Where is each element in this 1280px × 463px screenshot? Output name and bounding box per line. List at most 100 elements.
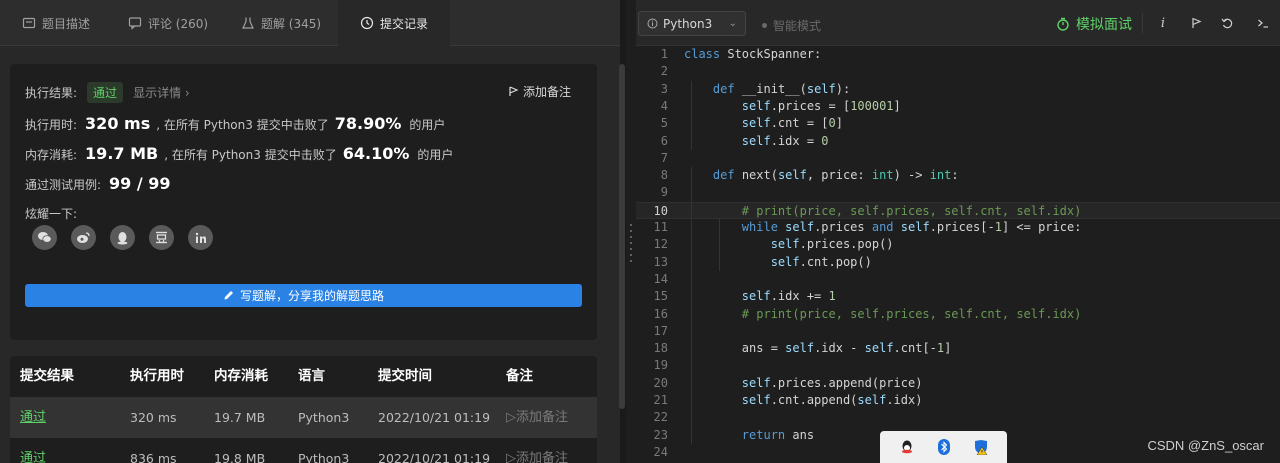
row-status-link[interactable]: 通过 (20, 397, 46, 438)
bluetooth-icon[interactable] (935, 438, 953, 456)
code-line[interactable]: 14 (636, 271, 1280, 288)
runtime-desc: , 在所有 Python3 提交中击败了 (156, 118, 329, 132)
code-line[interactable]: 16 # print(price, self.prices, self.cnt,… (636, 306, 1280, 323)
row-note-label: 添加备注 (516, 410, 569, 425)
tab-comments[interactable]: 评论 (260) (112, 0, 224, 46)
info-icon[interactable]: i (1154, 14, 1172, 32)
qq-icon[interactable] (110, 225, 135, 250)
write-solution-button[interactable]: 写题解，分享我的解题思路 (25, 284, 582, 307)
write-solution-label: 写题解，分享我的解题思路 (239, 289, 384, 303)
weibo-icon[interactable] (71, 225, 96, 250)
show-details-link[interactable]: 显示详情 › (133, 84, 190, 101)
code-line[interactable]: 1 class StockSpanner: (636, 46, 1280, 63)
share-label: 炫耀一下: (25, 207, 78, 221)
memory-row: 内存消耗: 19.7 MB , 在所有 Python3 提交中击败了 64.10… (25, 144, 453, 163)
qq-icon[interactable] (898, 438, 916, 456)
add-note-button[interactable]: 添加备注 (508, 83, 571, 100)
wechat-icon[interactable] (32, 225, 57, 250)
line-number: 20 (653, 375, 668, 390)
dot-icon (762, 23, 767, 28)
row-time: 2022/10/21 01:19 (378, 410, 491, 425)
flag-icon[interactable] (1187, 14, 1205, 32)
code-line[interactable]: 6 self.idx = 0 (636, 133, 1280, 150)
runtime-label: 执行用时: (25, 118, 78, 132)
code-line[interactable]: 11 while self.prices and self.prices[-1]… (636, 219, 1280, 236)
tests-label: 通过测试用例: (25, 178, 102, 192)
code-line[interactable]: 7 (636, 150, 1280, 167)
terminal-icon[interactable] (1254, 14, 1272, 32)
clock-icon (360, 16, 374, 30)
line-number: 6 (660, 133, 668, 148)
mock-interview-button[interactable]: 模拟面试 (1056, 14, 1132, 34)
status-badge: 通过 (87, 82, 124, 103)
chevron-down-icon: ⌄ (728, 18, 737, 29)
code-line[interactable]: 19 (636, 357, 1280, 374)
code-text: self.cnt = [0] (741, 116, 843, 131)
share-icons (32, 225, 213, 250)
code-line[interactable]: 9 (636, 184, 1280, 201)
left-scrollbar[interactable] (619, 64, 625, 409)
row-status-link[interactable]: 通过 (20, 438, 46, 463)
code-text: self.cnt.append(self.idx) (741, 393, 923, 407)
row-add-note-button[interactable]: ▷ 添加备注 (506, 397, 568, 438)
security-warning-icon[interactable] (972, 438, 990, 456)
code-text: # print(price, self.prices, self.cnt, se… (684, 306, 1082, 321)
toolbar-divider (1142, 13, 1143, 33)
header-status: 提交结果 (20, 368, 74, 384)
code-line[interactable]: 15 self.idx += 1 (636, 288, 1280, 305)
language-value: Python3 (663, 16, 713, 31)
comment-icon (128, 17, 142, 30)
code-text: self.idx = 0 (741, 133, 829, 148)
header-language: 语言 (298, 368, 325, 384)
code-line[interactable]: 8 def next(self, price: int) -> int: (636, 167, 1280, 184)
row-runtime: 836 ms (130, 451, 177, 463)
code-text: def __init__(self): (712, 81, 851, 96)
mock-interview-label: 模拟面试 (1076, 17, 1132, 33)
code-line[interactable]: 18 ans = self.idx - self.cnt[-1] (636, 340, 1280, 357)
language-select[interactable]: Python3 ⌄ (638, 11, 746, 36)
douban-icon[interactable] (149, 225, 174, 250)
info-circle-icon (647, 18, 658, 29)
code-text: # print(price, self.prices, self.cnt, se… (684, 203, 1082, 218)
tab-solutions[interactable]: 题解 (345) (224, 0, 338, 46)
code-line[interactable]: 21 self.cnt.append(self.idx) (636, 392, 1280, 409)
code-line[interactable]: 12 self.prices.pop() (636, 236, 1280, 253)
smart-mode-toggle[interactable]: 智能模式 (762, 17, 821, 34)
pane-splitter[interactable] (626, 0, 636, 463)
line-number: 4 (660, 98, 668, 113)
tab-label: 评论 (260) (147, 16, 209, 31)
grip-dot (630, 242, 632, 244)
line-number: 21 (653, 393, 668, 407)
linkedin-icon[interactable] (188, 225, 213, 250)
code-line[interactable]: 17 (636, 323, 1280, 340)
code-line[interactable]: 20 self.prices.append(price) (636, 375, 1280, 392)
code-line[interactable]: 4 self.prices = [100001] (636, 98, 1280, 115)
code-line[interactable]: 22 (636, 409, 1280, 426)
code-line[interactable]: 10 # print(price, self.prices, self.cnt,… (636, 201, 1280, 219)
pencil-icon (224, 291, 233, 300)
code-line[interactable]: 13 self.cnt.pop() (636, 254, 1280, 271)
editor-toolbar: Python3 ⌄ 智能模式 模拟面试 i (636, 0, 1280, 46)
tab-description[interactable]: 题目描述 (0, 0, 112, 46)
table-row[interactable]: 通过 836 ms 19.8 MB Python3 2022/10/21 01:… (10, 438, 597, 463)
add-note-label: 添加备注 (522, 85, 571, 99)
tab-submissions[interactable]: 提交记录 (338, 0, 450, 46)
table-row[interactable]: 通过 320 ms 19.7 MB Python3 2022/10/21 01:… (10, 397, 597, 438)
code-editor[interactable]: 1 class StockSpanner: 2 3 def __init__(self… (636, 46, 1280, 463)
reset-icon[interactable] (1218, 14, 1236, 32)
line-number: 2 (660, 64, 668, 79)
code-line[interactable]: 3 def __init__(self): (636, 81, 1280, 98)
code-line[interactable]: 2 (636, 63, 1280, 80)
tests-value: 99 / 99 (109, 174, 171, 193)
line-number: 7 (660, 150, 668, 165)
code-line[interactable]: 5 self.cnt = [0] (636, 115, 1280, 132)
memory-tail: 的用户 (417, 148, 454, 162)
memory-value: 19.7 MB (85, 144, 159, 163)
code-text: self.prices.append(price) (741, 375, 923, 390)
line-number: 16 (653, 306, 668, 321)
runtime-row: 执行用时: 320 ms , 在所有 Python3 提交中击败了 78.90%… (25, 114, 445, 133)
row-add-note-button[interactable]: ▷ 添加备注 (506, 438, 568, 463)
flag-icon (509, 86, 519, 96)
header-time: 提交时间 (378, 368, 432, 384)
runtime-percent: 78.90% (334, 114, 402, 133)
